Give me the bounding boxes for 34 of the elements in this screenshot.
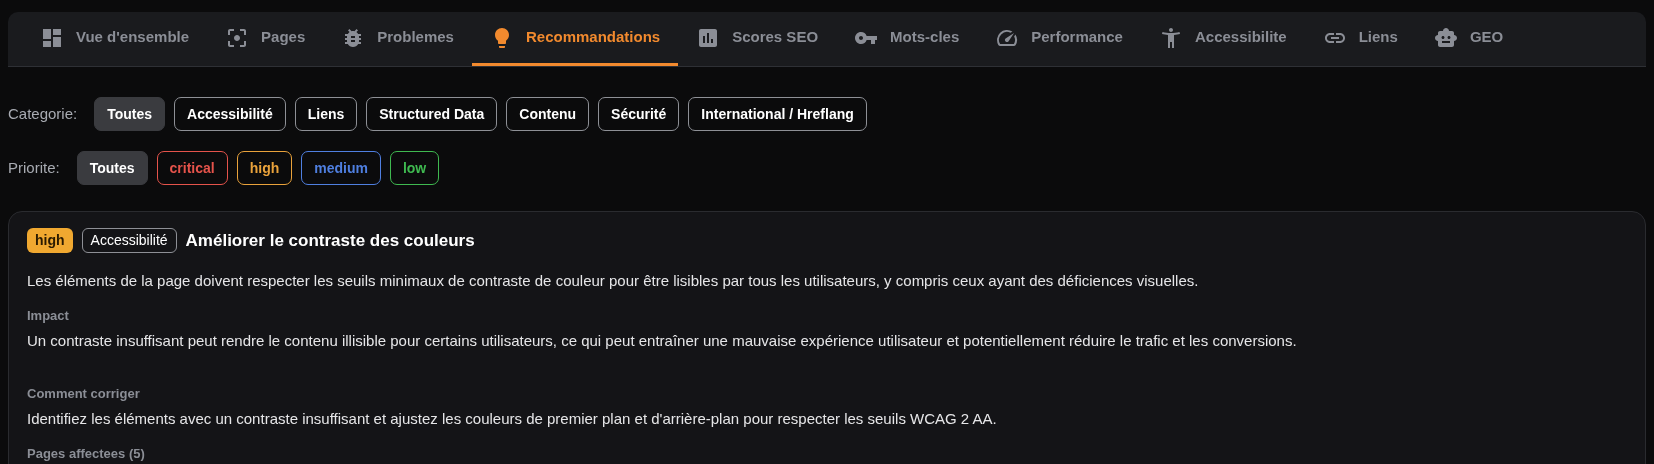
nav-tab[interactable]: Performance [977, 12, 1141, 66]
nav-tab[interactable]: Vue d'ensemble [22, 12, 208, 66]
recommendation-title: Améliorer le contraste des couleurs [185, 230, 475, 252]
nav-tab[interactable]: GEO [1415, 12, 1522, 66]
filter-label: Priorite: [8, 157, 60, 178]
priority-chip[interactable]: high [236, 151, 293, 185]
robot-icon [1433, 25, 1458, 50]
priority-chip[interactable]: Toutes [76, 151, 148, 185]
description-text: Les éléments de la page doivent respecter les seuils minimaux de contraste de couleur pour être lisibles par tous les utilisateurs, y compris ceux ayant des déficiences visuelles. [27, 270, 1200, 291]
category-tag: Accessibilité [81, 228, 177, 254]
priority-badge: high [27, 228, 73, 254]
category-chip[interactable]: Toutes [94, 97, 166, 131]
section-text: Identifiez les éléments avec un contraste insuffisant et ajustez les couleurs de premier plan et d'arrière-plan pour respecter les seuils WCAG 2 AA. [27, 408, 998, 429]
section-heading: Pages affectees (5) [27, 445, 146, 463]
nav-tab[interactable]: Mots-cles [836, 12, 978, 66]
priority-chip[interactable]: low [389, 151, 440, 185]
category-chip[interactable]: Contenu [506, 97, 590, 131]
section-text: Un contraste insuffisant peut rendre le contenu illisible pour certains utilisateurs, ce qui peut entraîner une mauvaise expérience utilisateur et potentiellement réduire le trafic et les conversions. [27, 330, 1298, 351]
category-chip[interactable]: Accessibilité [174, 97, 286, 131]
nav-tab[interactable]: Recommandations [471, 12, 679, 66]
nav-tab[interactable]: Pages [207, 12, 324, 66]
section-heading: Impact [27, 307, 70, 325]
priority-chip[interactable]: critical [156, 151, 228, 185]
filter-label: Categorie: [8, 103, 78, 124]
category-chip[interactable]: Sécurité [598, 97, 680, 131]
nav-tab[interactable]: Scores SEO [678, 12, 837, 66]
nav-tab[interactable]: Problemes [323, 12, 472, 66]
nav-tab[interactable]: Liens [1304, 12, 1416, 66]
section-heading: Comment corriger [27, 385, 141, 403]
category-chip[interactable]: International / Hreflang [688, 97, 867, 131]
category-chip[interactable]: Liens [294, 97, 358, 131]
category-chip[interactable]: Structured Data [366, 97, 498, 131]
priority-chip[interactable]: medium [301, 151, 381, 185]
nav-tab[interactable]: Accessibilite [1140, 12, 1305, 66]
